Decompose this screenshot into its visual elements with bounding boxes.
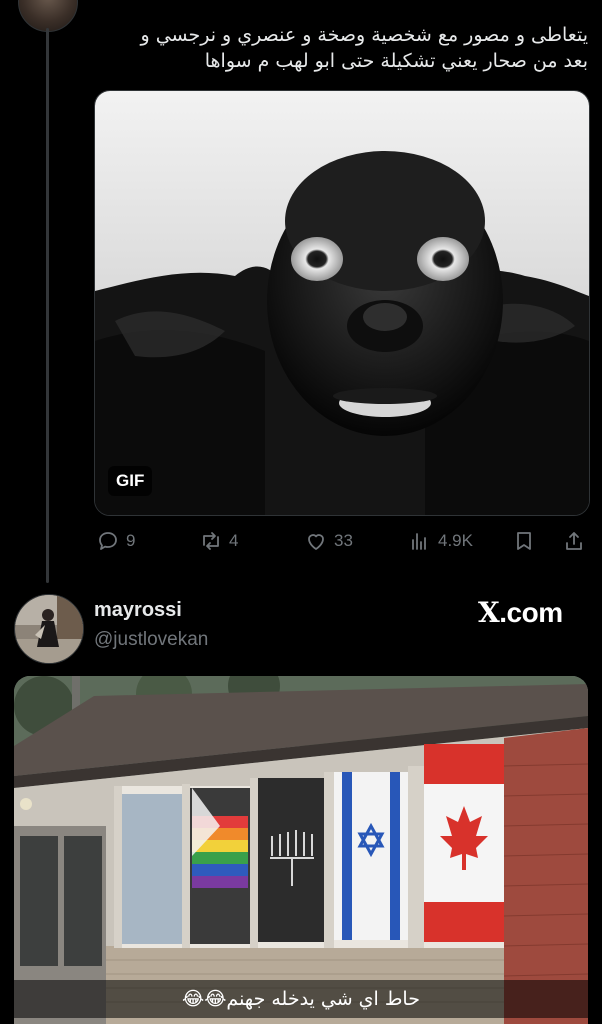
bookmark-icon [517,532,531,550]
x-logo-letter: X [478,596,500,629]
reply-button[interactable]: 9 [96,528,135,554]
like-count: 33 [334,531,353,550]
share-icon [566,532,582,550]
views-icon [412,533,426,550]
reply-count: 9 [126,531,136,550]
bookmark-button[interactable] [512,528,536,554]
repost-button[interactable]: 4 [199,528,238,554]
photo-caption: حاط اي شي يدخله جهنم😂😂 [14,980,588,1018]
thread-line [46,28,49,583]
tweet-text-line-2: بعد من صحار يعني تشكيلة حتى ابو لهب م سو… [204,50,588,72]
views-button[interactable]: 4.9K [408,528,473,554]
gif-badge: GIF [108,466,153,496]
avatar-image [15,595,83,663]
heart-icon [308,534,324,550]
x-com-logo: X.com [478,596,563,629]
user-avatar[interactable] [14,594,84,664]
reply-icon [99,532,117,550]
action-bar: 9 4 33 4.9K [0,528,602,554]
x-logo-suffix: .com [499,597,563,628]
user-handle[interactable]: @justlovekan [94,629,208,651]
post-photo[interactable] [14,676,588,1024]
repost-icon [203,532,219,550]
building-image [14,676,588,1024]
tweet-text: يتعاطى و مصور مع شخصية وصخة و عنصري و نر… [100,22,588,74]
repost-count: 4 [229,531,239,550]
tweet-text-line-1: يتعاطى و مصور مع شخصية وصخة و عنصري و نر… [140,24,588,46]
like-button[interactable]: 33 [304,528,353,554]
share-button[interactable] [562,528,586,554]
display-name[interactable]: mayrossi [94,599,182,622]
gif-image [95,91,589,515]
view-count: 4.9K [438,531,473,550]
gif-media[interactable] [94,90,590,516]
